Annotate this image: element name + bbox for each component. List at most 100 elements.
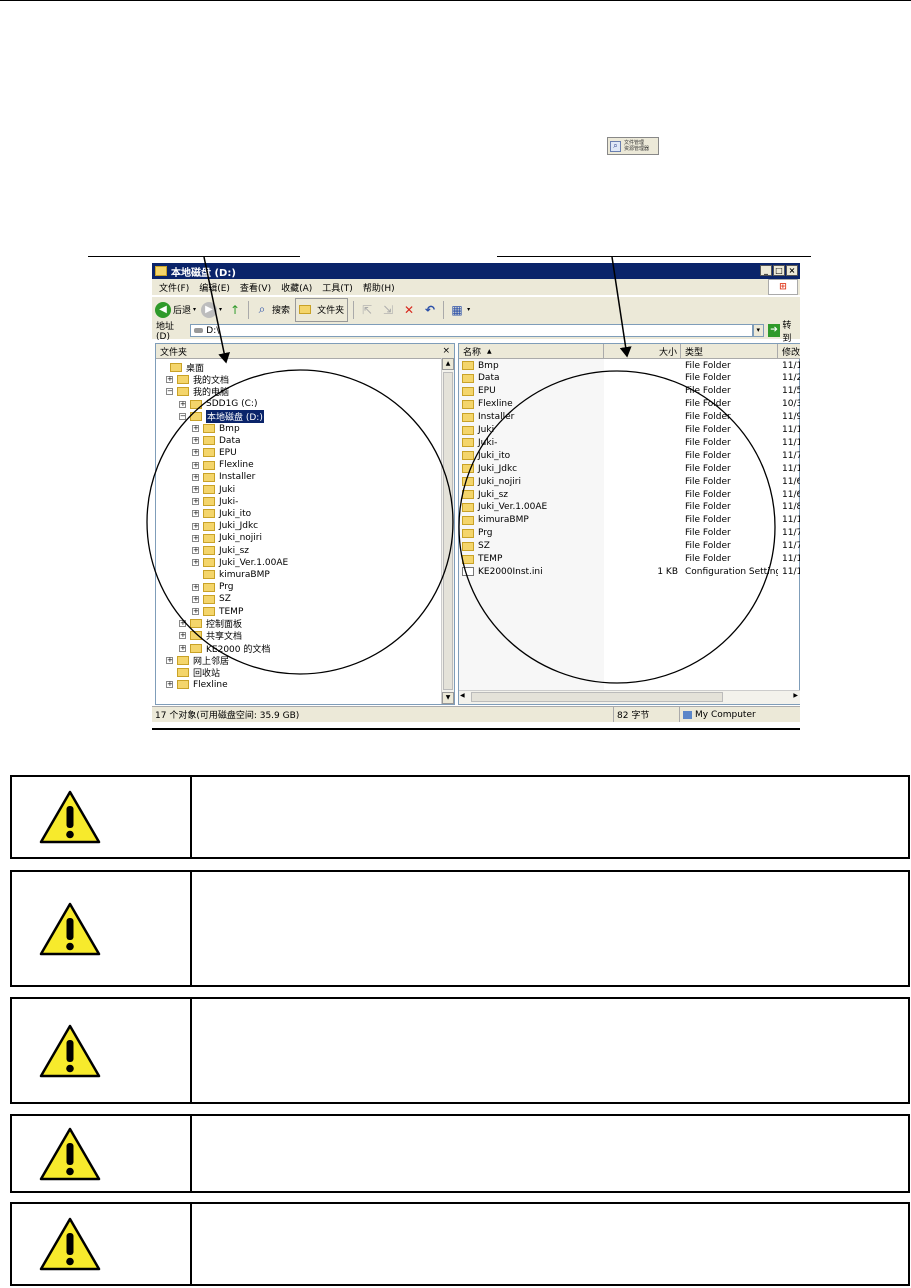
folders-pane-close-button[interactable]: × <box>442 346 450 356</box>
menu-edit[interactable]: 编辑(E) <box>199 281 230 294</box>
tree-item[interactable]: + SDD1G (C:) <box>179 398 257 411</box>
folders-button[interactable]: 文件夹 <box>295 297 349 322</box>
tree-item[interactable]: + Juki_ito <box>192 507 251 520</box>
expand-icon[interactable]: + <box>192 522 199 530</box>
tree-item[interactable]: + Juki- <box>192 495 238 508</box>
file-row[interactable]: Juki_sz File Folder 11/6 <box>459 488 800 501</box>
expand-icon[interactable]: + <box>179 644 186 652</box>
expand-icon[interactable]: + <box>179 620 186 628</box>
explorer-shortcut-button[interactable]: ⌕ 文件管理 资源管理器 <box>607 137 659 155</box>
collapse-icon[interactable]: − <box>166 388 173 396</box>
menu-view[interactable]: 查看(V) <box>240 281 271 294</box>
tree-item[interactable]: + 共享文档 <box>179 629 242 642</box>
expand-icon[interactable]: + <box>179 632 186 640</box>
file-row[interactable]: SZ File Folder 11/7 <box>459 540 800 553</box>
back-button[interactable]: ◀ 后退 ▾ <box>155 299 196 321</box>
tree-item[interactable]: + 控制面板 <box>179 617 242 630</box>
address-input[interactable]: D:\ <box>190 324 753 337</box>
scroll-up-arrow[interactable]: ▲ <box>442 358 454 370</box>
file-row[interactable]: KE2000Inst.ini 1 KB Configuration Settings… <box>459 565 800 578</box>
expand-icon[interactable]: + <box>192 486 199 493</box>
scrollbar-thumb[interactable] <box>471 692 723 702</box>
scroll-down-arrow[interactable]: ▼ <box>442 692 454 704</box>
expand-icon[interactable]: + <box>192 449 199 457</box>
scroll-right-arrow[interactable]: ▶ <box>793 692 798 699</box>
tree-item[interactable]: + Prg <box>192 581 234 594</box>
minimize-button[interactable]: _ <box>760 265 772 276</box>
expand-icon[interactable]: + <box>192 437 199 445</box>
search-button[interactable]: ⌕ 搜索 <box>254 299 290 321</box>
expand-icon[interactable]: + <box>192 583 199 591</box>
tree-item[interactable]: kimuraBMP <box>192 568 270 581</box>
expand-icon[interactable]: + <box>192 425 199 432</box>
tree-item[interactable]: + 网上邻居 <box>166 654 229 667</box>
tree-item[interactable]: + Bmp <box>192 422 240 435</box>
file-row[interactable]: TEMP File Folder 11/1 <box>459 553 800 566</box>
tree-item[interactable]: + SZ <box>192 593 231 606</box>
tree-item[interactable]: + KE2000 的文档 <box>179 642 270 655</box>
go-button[interactable]: ➔ 转到 <box>767 318 800 344</box>
tree-item[interactable]: + 我的文档 <box>166 373 229 386</box>
expand-icon[interactable]: + <box>166 656 173 664</box>
file-row[interactable]: Bmp File Folder 11/1 <box>459 359 800 372</box>
menu-help[interactable]: 帮助(H) <box>363 281 395 294</box>
expand-icon[interactable]: + <box>192 473 199 481</box>
tree-item[interactable]: + TEMP <box>192 605 243 618</box>
file-row[interactable]: Installer File Folder 11/9 <box>459 411 800 424</box>
column-modified-header[interactable]: 修改 <box>778 344 800 358</box>
file-row[interactable]: Juki_Jdkc File Folder 11/1 <box>459 462 800 475</box>
tree-item[interactable]: + Data <box>192 434 241 447</box>
tree-item[interactable]: + Juki_Ver.1.00AE <box>192 556 288 569</box>
close-button[interactable]: × <box>786 265 798 276</box>
horizontal-scrollbar[interactable]: ◀ ▶ <box>459 690 800 704</box>
file-row[interactable]: Flexline File Folder 10/3 <box>459 398 800 411</box>
expand-icon[interactable]: + <box>192 461 199 469</box>
expand-icon[interactable]: + <box>192 498 199 506</box>
menu-file[interactable]: 文件(F) <box>159 281 189 294</box>
tree-item[interactable]: + Flexline <box>166 678 228 691</box>
file-row[interactable]: Juki_nojiri File Folder 11/6 <box>459 475 800 488</box>
expand-icon[interactable]: + <box>192 547 199 554</box>
menu-tools[interactable]: 工具(T) <box>322 281 353 294</box>
forward-button[interactable]: ▶ ▾ <box>201 299 222 321</box>
address-dropdown-button[interactable]: ▾ <box>752 324 764 337</box>
tree-item[interactable]: + Flexline <box>192 459 254 472</box>
maximize-button[interactable]: □ <box>773 265 785 276</box>
column-type-header[interactable]: 类型 <box>681 344 778 358</box>
tree-item[interactable]: − 本地磁盘 (D:) <box>179 409 264 423</box>
expand-icon[interactable]: + <box>166 681 173 689</box>
expand-icon[interactable]: + <box>166 376 173 384</box>
file-row[interactable]: kimuraBMP File Folder 11/1 <box>459 514 800 527</box>
expand-icon[interactable]: + <box>179 400 186 408</box>
tree-item[interactable]: + Juki_Jdkc <box>192 520 258 533</box>
tree-item[interactable]: 桌面 <box>159 361 204 374</box>
tree-item[interactable]: + Juki_nojiri <box>192 532 262 545</box>
expand-icon[interactable]: + <box>192 595 199 603</box>
vertical-scrollbar[interactable]: ▲ ▼ <box>441 358 454 704</box>
file-row[interactable]: EPU File Folder 11/5 <box>459 385 800 398</box>
copy-to-icon[interactable]: ⇲ <box>380 302 396 318</box>
delete-icon[interactable]: ✕ <box>401 302 417 318</box>
expand-icon[interactable]: + <box>192 534 199 542</box>
file-row[interactable]: Prg File Folder 11/7 <box>459 527 800 540</box>
tree-item[interactable]: + Juki_sz <box>192 544 249 557</box>
views-button[interactable]: ▦ ▾ <box>449 299 470 321</box>
scroll-left-arrow[interactable]: ◀ <box>460 692 465 699</box>
file-row[interactable]: Data File Folder 11/2 <box>459 372 800 385</box>
tree-item[interactable]: 回收站 <box>166 666 220 679</box>
column-name-header[interactable]: 名称 ▲ <box>459 344 604 358</box>
undo-icon[interactable]: ↶ <box>422 302 438 318</box>
file-row[interactable]: Juki File Folder 11/1 <box>459 424 800 437</box>
menu-favorites[interactable]: 收藏(A) <box>281 281 312 294</box>
file-row[interactable]: Juki_ito File Folder 11/7 <box>459 449 800 462</box>
up-folder-icon[interactable]: ↑ <box>227 302 243 318</box>
file-row[interactable]: Juki_Ver.1.00AE File Folder 11/8 <box>459 501 800 514</box>
tree-item[interactable]: − 我的电脑 <box>166 385 229 398</box>
move-to-icon[interactable]: ⇱ <box>359 302 375 318</box>
scrollbar-thumb[interactable] <box>443 372 453 690</box>
tree-item[interactable]: + Installer <box>192 471 255 484</box>
collapse-icon[interactable]: − <box>179 412 186 420</box>
file-row[interactable]: Juki- File Folder 11/1 <box>459 436 800 449</box>
tree-item[interactable]: + EPU <box>192 446 237 459</box>
column-size-header[interactable]: 大小 <box>604 344 681 358</box>
